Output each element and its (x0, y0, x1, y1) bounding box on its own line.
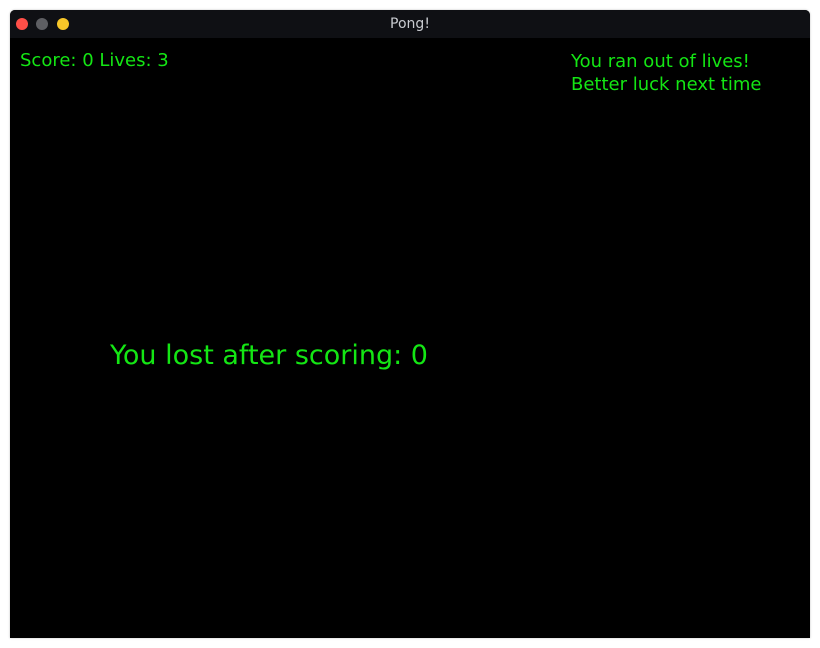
title-bar[interactable]: Pong! (10, 10, 810, 38)
out-of-lives-text: You ran out of lives! (571, 51, 750, 72)
final-score-text: You lost after scoring: 0 (110, 340, 428, 371)
game-canvas[interactable]: Score: 0 Lives: 3 You ran out of lives! … (10, 38, 810, 638)
score-lives-text: Score: 0 Lives: 3 (20, 50, 169, 71)
window-title: Pong! (390, 16, 430, 32)
game-over-message: You ran out of lives! Better luck next t… (571, 50, 761, 96)
app-window: Pong! Score: 0 Lives: 3 You ran out of l… (10, 10, 810, 638)
better-luck-text: Better luck next time (571, 74, 762, 95)
